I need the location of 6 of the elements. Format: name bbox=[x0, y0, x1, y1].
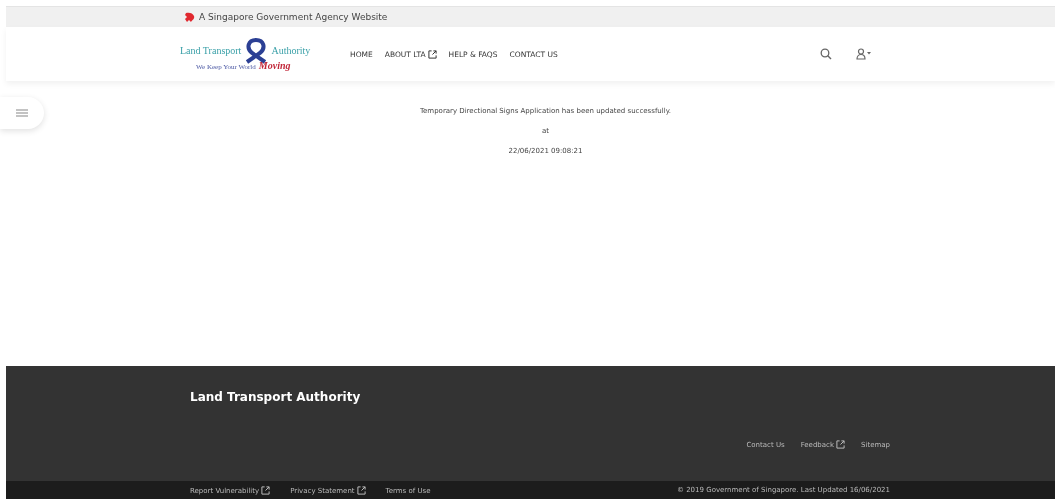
user-menu-icon[interactable] bbox=[856, 48, 872, 60]
list-icon bbox=[16, 109, 28, 117]
masthead-text: A Singapore Government Agency Website bbox=[199, 12, 388, 22]
sidebar-toggle[interactable] bbox=[0, 97, 44, 129]
footer-title: Land Transport Authority bbox=[190, 389, 361, 404]
search-icon[interactable] bbox=[820, 48, 832, 60]
